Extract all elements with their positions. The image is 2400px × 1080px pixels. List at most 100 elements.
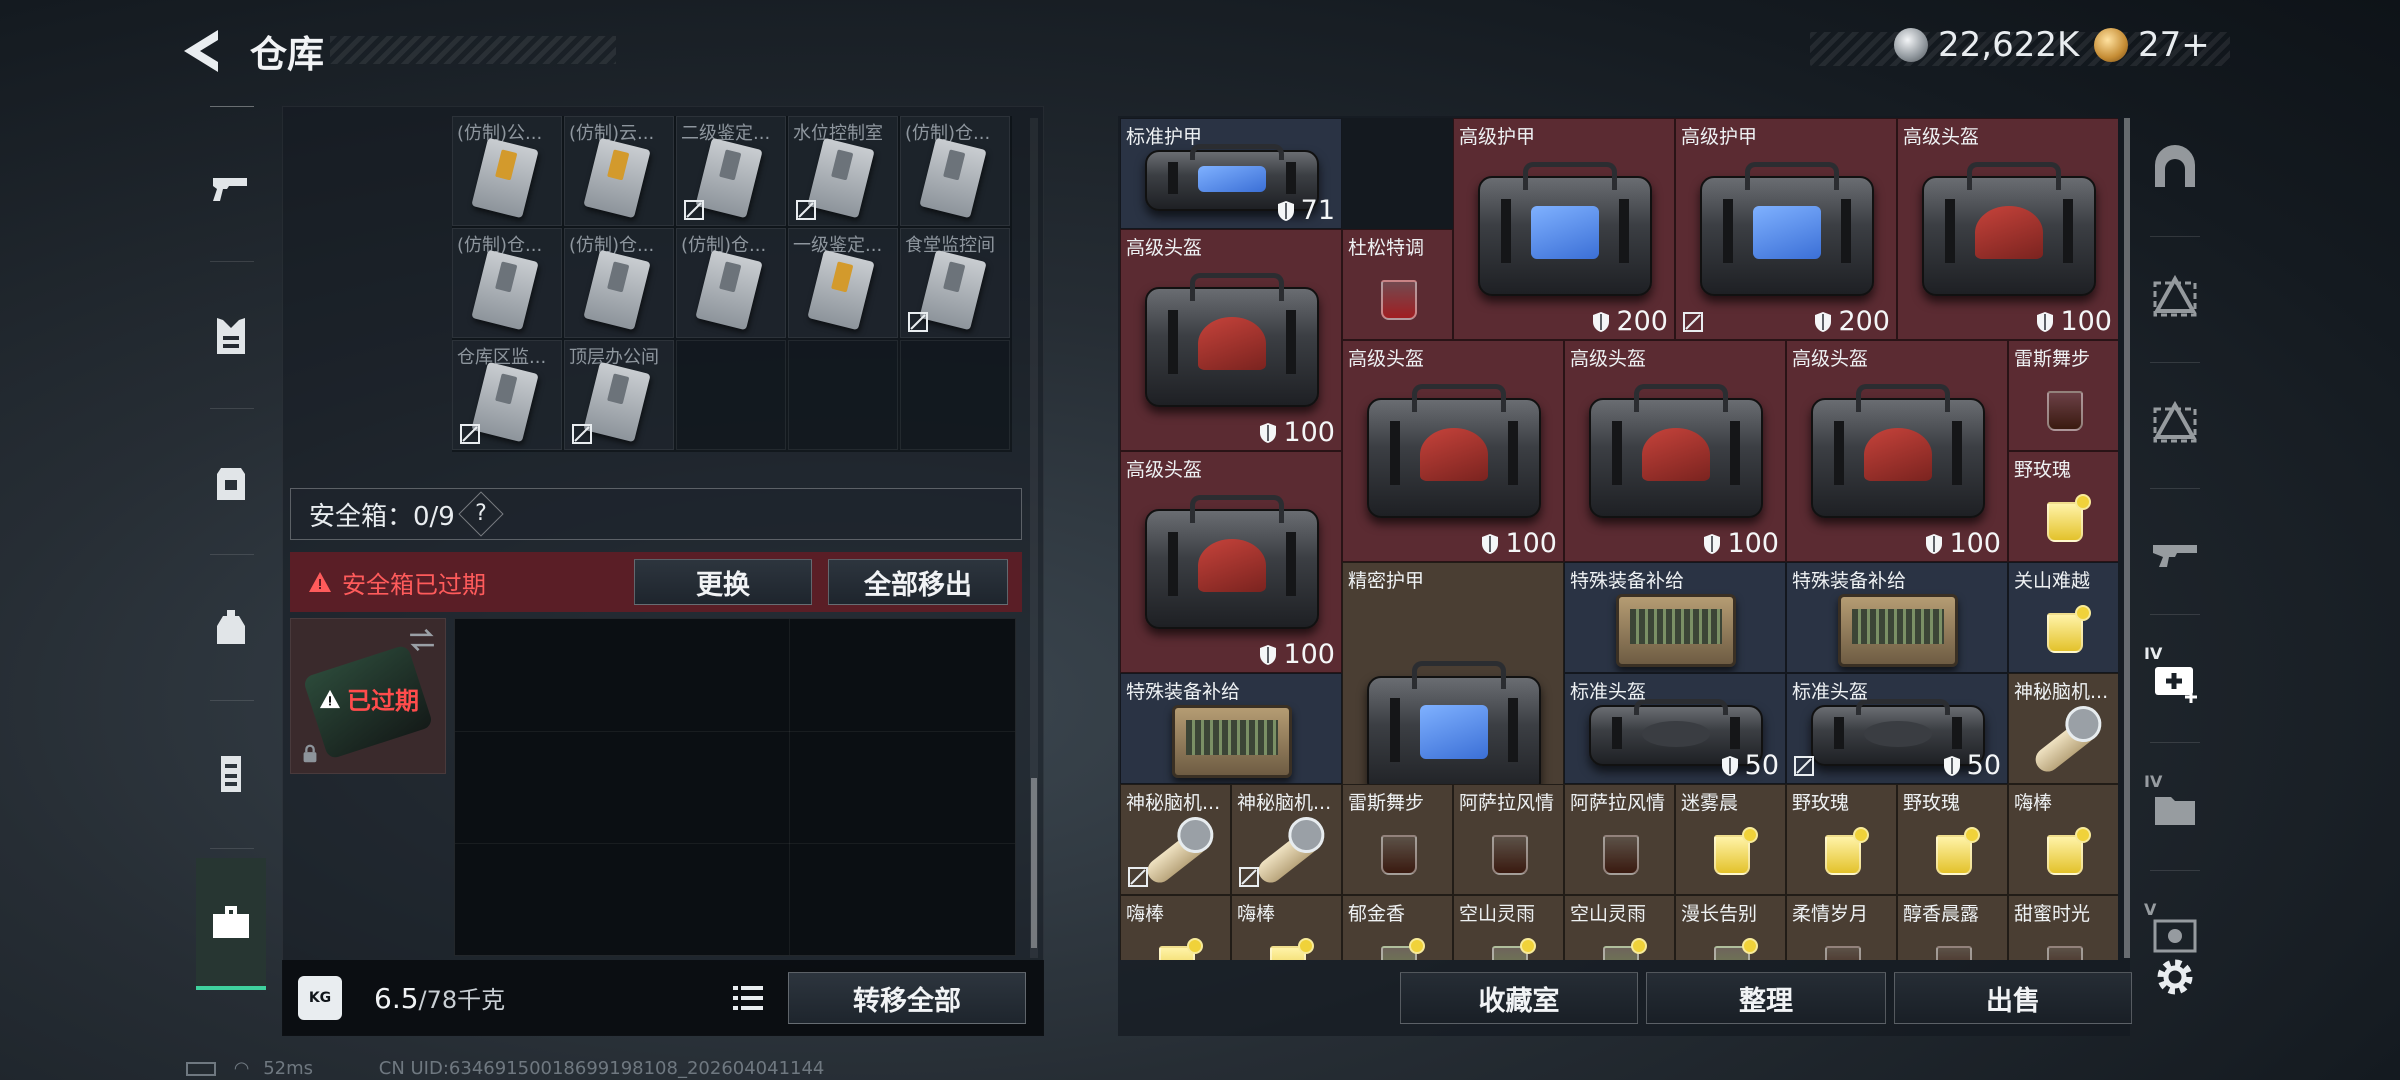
- cocktail-image: [1935, 826, 1980, 875]
- inventory-item[interactable]: 柔情岁月: [1786, 895, 1897, 960]
- filter-separator: [2150, 236, 2200, 237]
- inventory-item[interactable]: 嗨棒: [1231, 895, 1342, 960]
- nav-cases[interactable]: [195, 738, 267, 810]
- stash-item[interactable]: 顶层办公间: [564, 340, 674, 450]
- inventory-item[interactable]: 神秘脑机...: [2008, 673, 2118, 784]
- stash-item[interactable]: (仿制)云...: [564, 116, 674, 226]
- empty-slot[interactable]: [676, 340, 786, 450]
- inventory-item-name: 高级头盔: [1126, 459, 1203, 481]
- inventory-item[interactable]: 标准头盔 50: [1786, 673, 2008, 784]
- stash-item-label: (仿制)仓...: [569, 235, 655, 256]
- stash-item-label: 一级鉴定...: [793, 235, 883, 256]
- inventory-item[interactable]: 高级头盔 100: [1342, 340, 1564, 562]
- inventory-item[interactable]: 空山灵雨: [1564, 895, 1675, 960]
- stash-item[interactable]: 水位控制室: [788, 116, 898, 226]
- inventory-item[interactable]: 标准护甲 71: [1120, 118, 1342, 229]
- inventory-item[interactable]: 雷斯舞步: [2008, 340, 2118, 451]
- inventory-item[interactable]: 郁金香: [1342, 895, 1453, 960]
- list-view-button[interactable]: [726, 976, 770, 1020]
- inventory-item[interactable]: 神秘脑机...: [1231, 784, 1342, 895]
- sell-button[interactable]: 出售: [1894, 972, 2132, 1024]
- inventory-item[interactable]: 高级头盔 100: [1120, 451, 1342, 673]
- stash-item[interactable]: (仿制)仓...: [676, 228, 786, 338]
- filter-separator: [2150, 742, 2200, 743]
- safebox-item[interactable]: 已过期: [290, 618, 446, 774]
- remove-all-button[interactable]: 全部移出: [828, 559, 1008, 605]
- inventory-item[interactable]: 特殊装备补给: [1786, 562, 2008, 673]
- empty-slot[interactable]: [788, 340, 898, 450]
- cocktail-image: [1269, 937, 1314, 960]
- gold-currency[interactable]: 27+: [2094, 25, 2210, 65]
- inventory-item[interactable]: 高级护甲 200: [1675, 118, 1897, 340]
- inventory-item[interactable]: 阿萨拉风情: [1564, 784, 1675, 895]
- inventory-item-name: 野玫瑰: [1903, 792, 1961, 814]
- stash-item-label: (仿制)云...: [569, 123, 655, 144]
- stash-scrollbar[interactable]: [1030, 118, 1038, 958]
- nav-backpacks[interactable]: [195, 446, 267, 518]
- gear-icon: [2157, 959, 2193, 995]
- inventory-item[interactable]: 高级头盔 100: [1897, 118, 2118, 340]
- battery-icon: [186, 1062, 216, 1076]
- inventory-item[interactable]: 野玫瑰: [1786, 784, 1897, 895]
- stash-item[interactable]: 仓库区监...: [452, 340, 562, 450]
- inventory-item[interactable]: 高级头盔 100: [1786, 340, 2008, 562]
- stash-item[interactable]: (仿制)仓...: [564, 228, 674, 338]
- stash-item[interactable]: 食堂监控间: [900, 228, 1010, 338]
- stash-item[interactable]: 二级鉴定...: [676, 116, 786, 226]
- transfer-all-button[interactable]: 转移全部: [788, 972, 1026, 1024]
- silver-currency[interactable]: 22,622K: [1894, 25, 2079, 65]
- filter-armor-level-iii[interactable]: [2140, 262, 2210, 332]
- nav-weapons[interactable]: [195, 152, 267, 224]
- inventory-item[interactable]: 特殊装备补给: [1564, 562, 1786, 673]
- inventory-item[interactable]: 迷雾晨: [1675, 784, 1786, 895]
- inventory-item[interactable]: 关山难越: [2008, 562, 2118, 673]
- inventory-item[interactable]: 漫长告别: [1675, 895, 1786, 960]
- settings-button[interactable]: [2152, 954, 2198, 1000]
- stash-item[interactable]: (仿制)仓...: [452, 228, 562, 338]
- inventory-item[interactable]: 雷斯舞步: [1342, 784, 1453, 895]
- inventory-item[interactable]: 高级头盔 100: [1564, 340, 1786, 562]
- inventory-item[interactable]: 阿萨拉风情: [1453, 784, 1564, 895]
- cocktail-image: [1713, 937, 1758, 960]
- inventory-item[interactable]: 杜松特调: [1342, 229, 1453, 340]
- collection-room-button[interactable]: 收藏室: [1400, 972, 1638, 1024]
- gear-bag-image: [1145, 272, 1319, 407]
- inventory-item[interactable]: 标准头盔 50: [1564, 673, 1786, 784]
- filter-separator: [2150, 614, 2200, 615]
- filter-medkit-level-iv[interactable]: IV: [2140, 642, 2210, 712]
- keycard-image: [471, 249, 539, 331]
- replace-button[interactable]: 更换: [634, 559, 812, 605]
- filter-helmet-slot[interactable]: [2140, 136, 2210, 206]
- shield-icon: [1815, 311, 1832, 332]
- inventory-item[interactable]: 嗨棒: [1120, 895, 1231, 960]
- inventory-item[interactable]: 高级护甲 200: [1453, 118, 1675, 340]
- filter-folder-level-iv[interactable]: IV: [2140, 770, 2210, 840]
- stash-item[interactable]: (仿制)仓...: [900, 116, 1010, 226]
- keycard-image: [807, 249, 875, 331]
- inventory-item[interactable]: 高级头盔 100: [1120, 229, 1342, 451]
- back-arrow-icon: [184, 30, 218, 72]
- inventory-item[interactable]: 野玫瑰: [1897, 784, 2008, 895]
- shield-icon: [1926, 533, 1943, 554]
- stash-item-label: (仿制)仓...: [457, 235, 543, 256]
- inventory-item[interactable]: 嗨棒: [2008, 784, 2118, 895]
- nav-vests[interactable]: [195, 300, 267, 372]
- help-icon[interactable]: ?: [458, 491, 504, 537]
- inventory-item[interactable]: 醇香晨露: [1897, 895, 2008, 960]
- warning-icon: [319, 689, 341, 708]
- nav-toolbox-active[interactable]: [196, 858, 266, 990]
- filter-armor-level-ii[interactable]: [2140, 388, 2210, 458]
- empty-slot[interactable]: [900, 340, 1010, 450]
- inventory-item-name: 标准头盔: [1792, 681, 1869, 703]
- stash-item[interactable]: (仿制)公...: [452, 116, 562, 226]
- inventory-item[interactable]: 野玫瑰: [2008, 451, 2118, 562]
- sort-button[interactable]: 整理: [1646, 972, 1886, 1024]
- filter-gun-level-iii[interactable]: [2140, 514, 2210, 584]
- stash-item[interactable]: 一级鉴定...: [788, 228, 898, 338]
- inventory-item[interactable]: 空山灵雨: [1453, 895, 1564, 960]
- nav-pouches[interactable]: [195, 592, 267, 664]
- inventory-item[interactable]: 神秘脑机...: [1120, 784, 1231, 895]
- back-button[interactable]: [180, 26, 230, 76]
- inventory-item[interactable]: 特殊装备补给: [1120, 673, 1342, 784]
- inventory-item[interactable]: 甜蜜时光: [2008, 895, 2118, 960]
